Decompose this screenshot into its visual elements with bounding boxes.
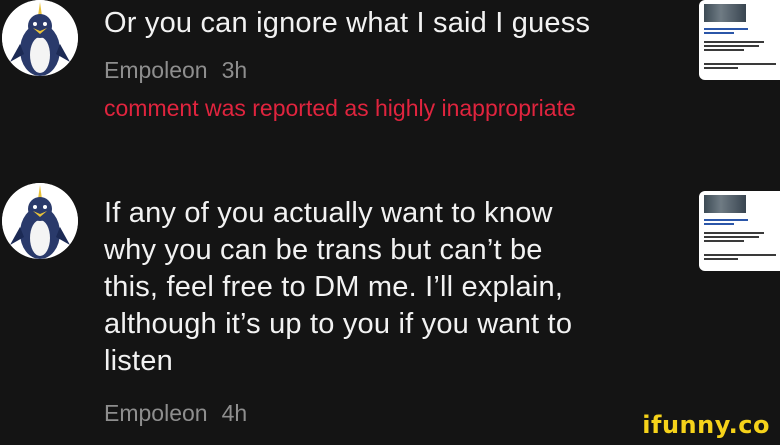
thumbnail-text-line	[704, 254, 776, 256]
comment-text: Or you can ignore what I said I guess	[104, 7, 591, 39]
comment-author[interactable]: Empoleon	[104, 57, 208, 83]
thumbnail-text-line	[704, 240, 744, 242]
thumbnail-text-line	[704, 232, 764, 234]
comment-time: 3h	[221, 57, 248, 83]
comment-meta: Empoleon 4h	[104, 399, 247, 427]
thumbnail-text-line	[704, 49, 744, 51]
comment-time: 4h	[221, 400, 248, 426]
post-thumbnail[interactable]	[699, 0, 780, 80]
comment-text-line: this, feel free to DM me. I’ll explain,	[104, 271, 564, 303]
thumbnail-text-line	[704, 258, 738, 260]
report-notice: comment was reported as highly inappropr…	[104, 95, 576, 121]
thumbnail-text-line	[704, 63, 776, 65]
empoleon-avatar-icon	[2, 183, 78, 259]
thumbnail-image	[704, 195, 746, 213]
thumbnail-text-line	[704, 28, 748, 30]
thumbnail-text-line	[704, 45, 759, 47]
thumbnail-text-line	[704, 67, 738, 69]
thumbnail-text-line	[704, 32, 734, 34]
post-thumbnail[interactable]	[699, 191, 780, 271]
empoleon-avatar-icon	[2, 0, 78, 76]
thumbnail-text-line	[704, 236, 759, 238]
avatar[interactable]	[2, 183, 78, 259]
comment-text: If any of you actually want to know why …	[104, 195, 664, 380]
thumbnail-text-line	[704, 223, 734, 225]
comment-text-line: why you can be trans but can’t be	[104, 234, 543, 266]
comment-text-line: If any of you actually want to know	[104, 197, 553, 229]
thumbnail-text-line	[704, 219, 748, 221]
ifunny-watermark: ifunny.co	[642, 411, 770, 439]
comment-text-line: listen	[104, 345, 173, 377]
avatar[interactable]	[2, 0, 78, 76]
comment-text-line: although it’s up to you if you want to	[104, 308, 573, 340]
comment-meta: Empoleon 3h	[104, 56, 247, 84]
thumbnail-image	[704, 4, 746, 22]
thumbnail-text-line	[704, 41, 764, 43]
comment-author[interactable]: Empoleon	[104, 400, 208, 426]
